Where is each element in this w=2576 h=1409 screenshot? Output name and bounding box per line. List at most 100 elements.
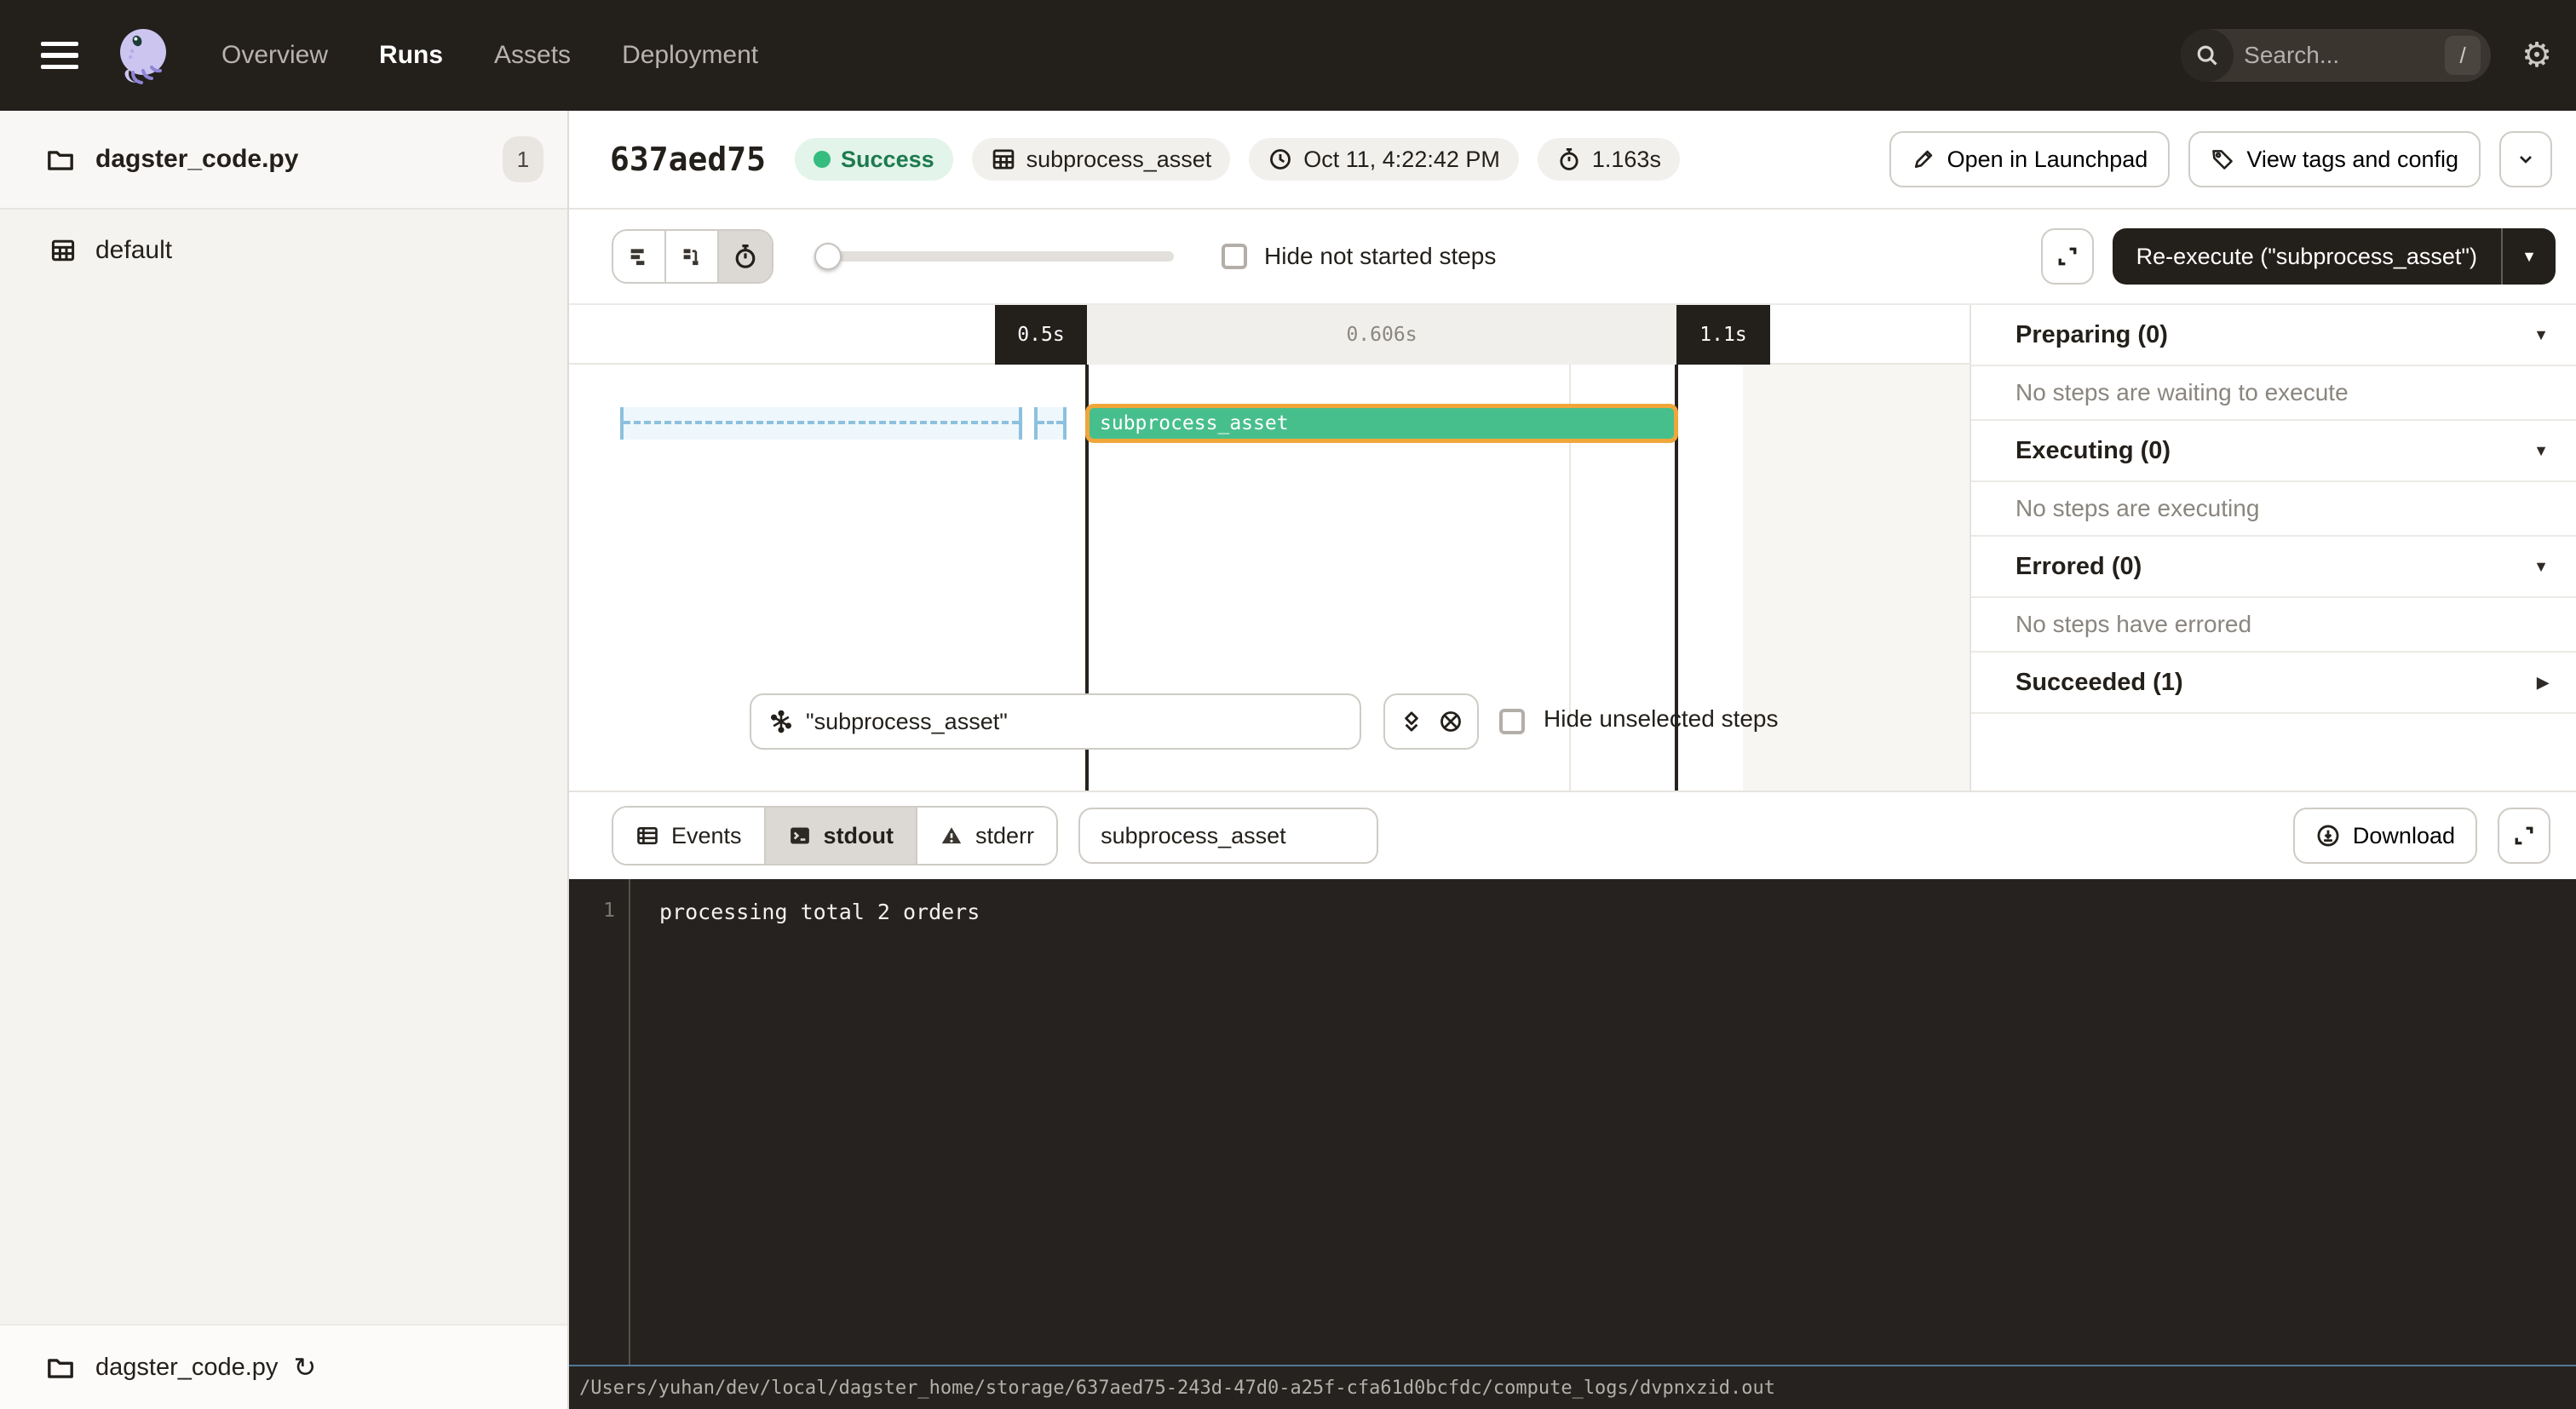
step-filter-input[interactable] (806, 709, 1343, 735)
range-end-handle[interactable]: 1.1s (1676, 305, 1770, 365)
view-mode-timed-icon[interactable] (719, 231, 772, 282)
caret-down-icon: ▼ (2533, 558, 2549, 576)
nav-item-assets[interactable]: Assets (494, 41, 571, 70)
open-in-launchpad-button[interactable]: Open in Launchpad (1889, 131, 2171, 187)
run-id: 637aed75 (610, 141, 766, 178)
gantt-fullscreen-button[interactable] (2041, 228, 2094, 285)
zoom-slider[interactable] (814, 243, 1174, 270)
folder-icon (46, 1353, 75, 1382)
panel-info-preparing: No steps are waiting to execute (1971, 366, 2576, 421)
clear-filter-icon[interactable] (1438, 709, 1463, 734)
step-starting-span (1034, 407, 1067, 440)
tab-events[interactable]: Events (613, 808, 766, 864)
asset-grid-icon (991, 147, 1016, 172)
hide-unselected-label: Hide unselected steps (1544, 705, 1779, 733)
expand-icon (2512, 824, 2536, 848)
panel-section-succeeded[interactable]: Succeeded (1)▶ (1971, 653, 2576, 714)
sidebar-footer: dagster_code.py ↻ (0, 1324, 567, 1409)
gantt-view-mode-group (612, 229, 773, 284)
reload-repo-icon[interactable]: ↻ (293, 1354, 316, 1381)
panel-section-preparing[interactable]: Preparing (0)▼ (1971, 305, 2576, 366)
tab-stdout[interactable]: stdout (766, 808, 917, 864)
panel-info-errored: No steps have errored (1971, 598, 2576, 653)
stopwatch-icon (1556, 147, 1582, 172)
clock-icon (1268, 147, 1293, 172)
zoom-slider-track[interactable] (814, 251, 1174, 262)
caret-down-icon: ▼ (2533, 442, 2549, 460)
log-fullscreen-button[interactable] (2498, 808, 2550, 864)
log-tabs-group: Events stdout stderr (612, 806, 1058, 866)
layers-icon[interactable] (1399, 709, 1424, 734)
log-line-number: 1 (569, 879, 630, 1365)
search-input[interactable] (2234, 42, 2445, 69)
download-button[interactable]: Download (2293, 808, 2477, 864)
gear-icon[interactable]: ⚙ (2521, 38, 2552, 72)
reexecute-dropdown-caret-icon[interactable]: ▼ (2501, 228, 2556, 285)
caret-right-icon: ▶ (2537, 674, 2549, 692)
log-line-text: processing total 2 orders (630, 879, 980, 1365)
asset-tag-pill[interactable]: subprocess_asset (972, 138, 1231, 181)
panel-info-executing: No steps are executing (1971, 482, 2576, 537)
search-shortcut-badge: / (2445, 36, 2481, 75)
tab-stderr[interactable]: stderr (917, 808, 1056, 864)
sidebar: dagster_code.py 1 default dagster_code.p… (0, 111, 567, 1409)
step-status-panel: Preparing (0)▼ No steps are waiting to e… (1969, 305, 2576, 791)
folder-icon (46, 145, 75, 174)
nav-links: Overview Runs Assets Deployment (221, 41, 758, 70)
download-icon (2315, 823, 2341, 848)
sidebar-item-default-job[interactable]: default (0, 225, 567, 276)
zoom-slider-knob[interactable] (814, 243, 842, 270)
repo-count-badge: 1 (503, 136, 543, 182)
expand-icon (2056, 244, 2079, 268)
gantt-bar-subprocess-asset[interactable]: subprocess_asset (1085, 404, 1678, 443)
view-tags-config-button[interactable]: View tags and config (2188, 131, 2481, 187)
panel-section-executing[interactable]: Executing (0)▼ (1971, 421, 2576, 482)
sidebar-repo-header[interactable]: dagster_code.py 1 (0, 111, 567, 210)
log-tabbar: Events stdout stderr (569, 791, 2576, 879)
step-waiting-span (620, 407, 1022, 440)
step-selector-icon (768, 709, 794, 734)
main-content: 637aed75 Success subprocess_asset Oct 11… (567, 111, 2576, 1409)
hide-not-started-label: Hide not started steps (1264, 243, 1496, 270)
reexecute-button[interactable]: Re-execute ("subprocess_asset") ▼ (2113, 228, 2556, 285)
run-header: 637aed75 Success subprocess_asset Oct 11… (569, 111, 2576, 210)
status-badge: Success (795, 138, 953, 181)
hide-unselected-checkbox[interactable] (1499, 709, 1525, 734)
gantt-chart[interactable]: 0.606s 0.5s 1.1s subprocess_asset (569, 305, 1969, 791)
job-grid-icon (49, 237, 77, 264)
pencil-icon (1912, 147, 1935, 171)
tag-icon (2211, 147, 2234, 171)
panel-section-errored[interactable]: Errored (0)▼ (1971, 537, 2576, 598)
gantt-toolbar: Hide not started steps Re-execute ("subp… (569, 210, 2576, 305)
nav-item-deployment[interactable]: Deployment (622, 41, 758, 70)
nav-item-runs[interactable]: Runs (379, 41, 443, 70)
events-table-icon (635, 824, 659, 848)
filter-actions-group (1383, 693, 1479, 750)
chevron-down-icon (2516, 149, 2536, 170)
stdout-log-view[interactable]: 1 processing total 2 orders (569, 879, 2576, 1365)
duration-pill: 1.163s (1538, 138, 1680, 181)
selected-range-band[interactable]: 0.606s (1087, 305, 1676, 365)
search-box[interactable]: / (2181, 29, 2491, 82)
step-filter-input-wrap[interactable] (750, 693, 1361, 750)
timestamp-pill: Oct 11, 4:22:42 PM (1249, 138, 1519, 181)
log-step-selector[interactable] (1078, 808, 1378, 864)
status-dot-icon (814, 151, 831, 168)
footer-repo-label: dagster_code.py (95, 1354, 278, 1382)
terminal-icon (788, 824, 812, 848)
view-mode-waterfall-icon[interactable] (666, 231, 719, 282)
search-icon (2181, 29, 2234, 82)
warning-icon (940, 824, 963, 848)
caret-down-icon: ▼ (2533, 326, 2549, 344)
top-nav: Overview Runs Assets Deployment / ⚙ (0, 0, 2576, 111)
log-file-path: /Users/yuhan/dev/local/dagster_home/stor… (569, 1365, 2576, 1409)
dagster-logo-icon[interactable] (109, 21, 177, 89)
run-actions-chevron-button[interactable] (2499, 131, 2552, 187)
range-start-handle[interactable]: 0.5s (995, 305, 1087, 365)
hamburger-menu-icon[interactable] (41, 42, 78, 69)
hide-not-started-checkbox[interactable] (1222, 244, 1247, 269)
job-name-label: default (95, 236, 172, 265)
view-mode-flat-icon[interactable] (613, 231, 666, 282)
nav-item-overview[interactable]: Overview (221, 41, 328, 70)
repo-file-label: dagster_code.py (95, 145, 298, 174)
